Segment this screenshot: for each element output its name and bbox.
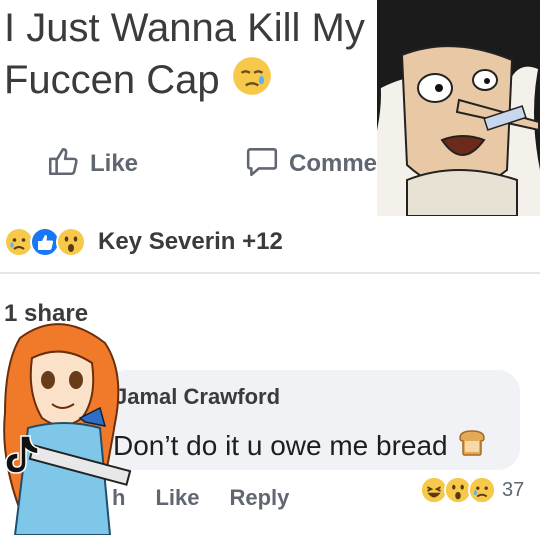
thumbs-up-icon <box>46 144 80 185</box>
comment-bubble: Jamal Crawford Don’t do it u owe me brea… <box>105 370 520 470</box>
sad-face-icon <box>468 476 496 504</box>
divider <box>0 272 540 274</box>
comment-actions: h Like Reply <box>112 482 319 514</box>
comment-author[interactable]: Jamal Crawford <box>115 384 280 410</box>
like-button[interactable]: Like <box>46 140 138 188</box>
comment-reaction-count: 37 <box>502 478 525 501</box>
comment-like-button[interactable]: Like <box>155 485 199 511</box>
usopp-cartoon-overlay <box>377 0 540 216</box>
comment-body-text: Don’t do it u owe me bread <box>113 429 448 461</box>
post-text-line-2-text: Fuccen Cap <box>4 58 220 102</box>
wow-face-icon <box>56 227 86 257</box>
sad-relieved-face-icon <box>231 55 273 110</box>
reactions-names[interactable]: Key Severin +12 <box>98 228 283 256</box>
comment-reactions[interactable]: 37 <box>420 474 525 506</box>
reactions-summary[interactable]: Key Severin +12 <box>4 222 283 262</box>
like-label: Like <box>90 150 139 177</box>
nami-cartoon-overlay <box>0 318 132 535</box>
bread-icon <box>456 426 488 465</box>
speech-bubble-icon <box>245 144 279 185</box>
comment-reply-button[interactable]: Reply <box>229 485 289 511</box>
reaction-icons <box>4 227 86 257</box>
comment-body: Don’t do it u owe me bread <box>113 426 488 465</box>
